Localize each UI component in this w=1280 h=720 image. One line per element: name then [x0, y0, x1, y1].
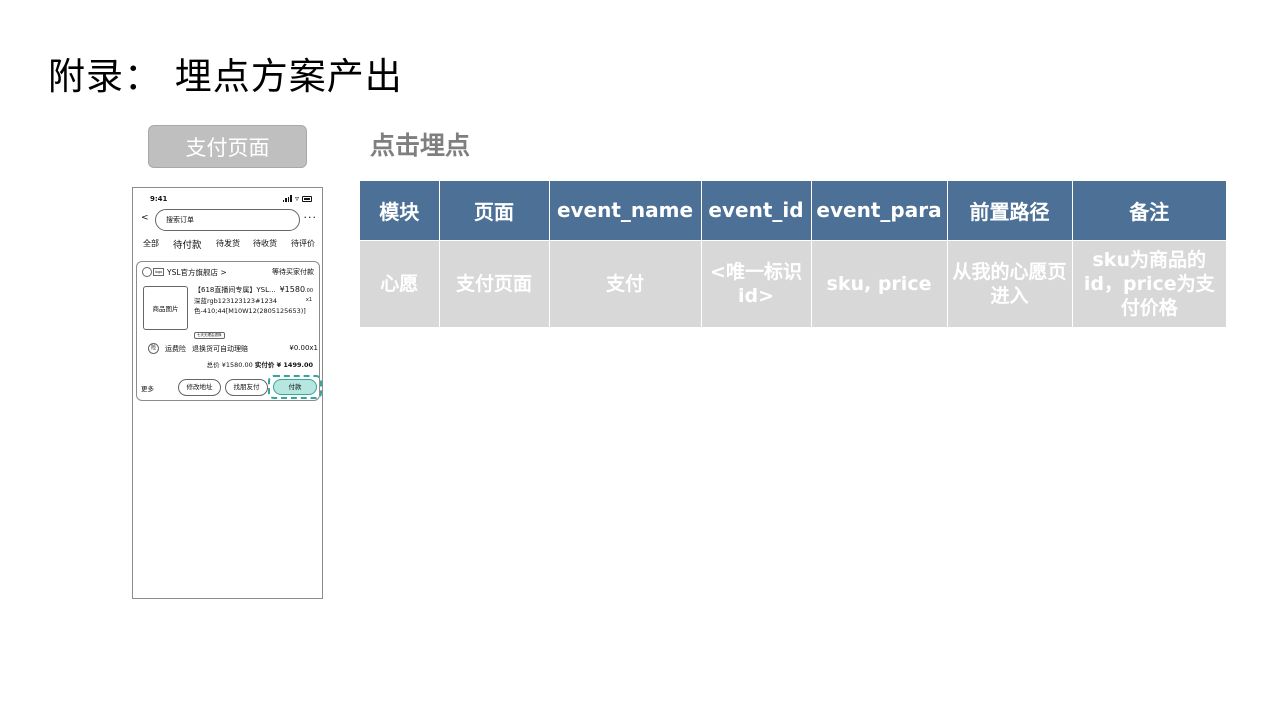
modify-address-button[interactable]: 修改地址	[178, 379, 221, 396]
shop-name[interactable]: YSL官方旗舰店 >	[167, 267, 227, 278]
status-bar: 9:41 ▿	[133, 194, 322, 206]
more-link[interactable]: 更多	[141, 383, 154, 393]
tab-pending-receipt[interactable]: 待收货	[253, 238, 277, 249]
section-title: 点击埋点	[370, 131, 471, 160]
return-policy-tag: 七天无理由退换	[194, 332, 225, 339]
cell-event-id: <唯一标识id>	[700, 239, 811, 327]
status-icons: ▿	[282, 194, 312, 203]
phone-mockup: 9:41 ▿ < 搜索订单 ··· 全部 待付款 待发货 待收货 待评价 log…	[132, 187, 323, 599]
product-price-main: ¥1580	[279, 285, 306, 294]
insurance-name: 运费险	[165, 345, 186, 353]
tab-pending-shipment[interactable]: 待发货	[216, 238, 240, 249]
header-event-name: event_name	[548, 181, 701, 240]
event-tracking-table: 模块 页面 event_name event_id event_para 前置路…	[360, 181, 1226, 327]
header-event-para: event_para	[810, 181, 947, 240]
search-input[interactable]: 搜索订单	[155, 209, 300, 231]
order-status: 等待买家付款	[272, 268, 314, 276]
pay-highlight: 付款	[268, 375, 322, 399]
tab-all[interactable]: 全部	[143, 238, 159, 249]
page-title: 附录： 埋点方案产出	[48, 55, 403, 98]
insurance-price: ¥0.00x1	[289, 344, 318, 352]
cell-event-para: sku, price	[810, 239, 947, 327]
product-price: ¥1580.00	[280, 285, 313, 294]
more-icon[interactable]: ···	[304, 211, 318, 224]
product-price-cents: .00	[305, 288, 313, 294]
header-module: 模块	[360, 181, 439, 240]
insurance-desc: 退换货可自动理赔	[192, 345, 248, 353]
paid-price: 实付价 ¥ 1499.00	[254, 361, 313, 369]
cell-page: 支付页面	[438, 239, 549, 327]
cell-module: 心愿	[360, 239, 439, 327]
radio-icon[interactable]	[142, 267, 152, 277]
shop-row: logo YSL官方旗舰店 > 等待买家付款	[142, 267, 314, 279]
tab-pending-payment[interactable]: 待付款	[173, 237, 202, 251]
product-qty: x1	[305, 297, 312, 303]
product-image[interactable]: 商品图片	[143, 286, 188, 330]
header-page: 页面	[438, 181, 549, 240]
header-remark: 备注	[1071, 181, 1226, 240]
wifi-icon: ▿	[294, 194, 299, 203]
header-event-id: event_id	[700, 181, 811, 240]
status-time: 9:41	[150, 195, 168, 203]
action-row: 更多 修改地址 找朋友付 付款	[141, 375, 322, 399]
order-tabs: 全部 待付款 待发货 待收货 待评价	[133, 238, 322, 252]
signal-icon	[282, 195, 292, 202]
find-friend-pay-button[interactable]: 找朋友付	[225, 379, 268, 396]
nav-row: < 搜索订单 ···	[133, 209, 322, 231]
insurance-icon: 险	[148, 343, 159, 354]
insurance-row: 险 运费险 退换货可自动理赔 ¥0.00x1	[148, 343, 318, 355]
table-header-row: 模块 页面 event_name event_id event_para 前置路…	[360, 181, 1226, 240]
total-price: 总价 ¥1580.00	[206, 361, 253, 369]
total-row: 总价 ¥1580.00 实付价 ¥ 1499.00	[207, 359, 313, 369]
tab-pending-review[interactable]: 待评价	[291, 238, 315, 249]
header-pre-path: 前置路径	[946, 181, 1072, 240]
cell-remark: sku为商品的id，price为支付价格	[1071, 239, 1226, 327]
product-spec: 深蓝rgb123123123#1234色-410;44[M10W12(28051…	[194, 297, 306, 315]
battery-icon	[302, 195, 312, 202]
back-icon[interactable]: <	[141, 213, 149, 223]
page-label: 支付页面	[148, 125, 307, 168]
pay-button[interactable]: 付款	[273, 379, 317, 395]
shop-logo-icon: logo	[153, 268, 164, 276]
order-card: logo YSL官方旗舰店 > 等待买家付款 商品图片 【618直播间专属】YS…	[136, 261, 322, 401]
cell-event-name: 支付	[548, 239, 701, 327]
table-row: 心愿 支付页面 支付 <唯一标识id> sku, price 从我的心愿页进入 …	[360, 239, 1226, 327]
product-title[interactable]: 【618直播间专属】YSL...	[194, 285, 279, 295]
cell-pre-path: 从我的心愿页进入	[946, 239, 1072, 327]
